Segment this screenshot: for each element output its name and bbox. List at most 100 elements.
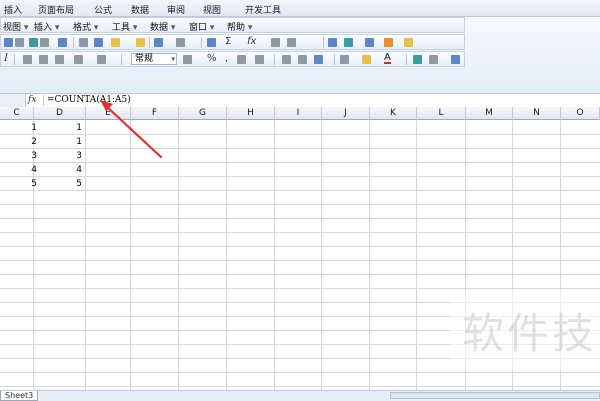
chart-wizard-icon[interactable] bbox=[328, 38, 337, 47]
tab-developer[interactable]: 开发工具 bbox=[245, 3, 281, 16]
column-header-d[interactable]: D bbox=[34, 107, 86, 120]
column-header-g[interactable]: G bbox=[179, 107, 227, 120]
column-header-f[interactable]: F bbox=[131, 107, 179, 120]
copy-icon[interactable] bbox=[58, 38, 67, 47]
borders-icon[interactable] bbox=[340, 55, 349, 64]
menu-insert[interactable]: 插入 ▾ bbox=[34, 20, 59, 33]
cell-c4[interactable]: 4 bbox=[0, 164, 37, 176]
grid-line bbox=[321, 120, 322, 390]
menu-window[interactable]: 窗口 ▾ bbox=[189, 20, 214, 33]
separator bbox=[14, 54, 15, 65]
hyperlink-icon[interactable] bbox=[207, 38, 216, 47]
grid-line bbox=[0, 134, 600, 135]
column-header-o[interactable]: O bbox=[561, 107, 600, 120]
wrap-text-icon[interactable] bbox=[97, 55, 106, 64]
insert-function-icon[interactable]: fx bbox=[247, 36, 256, 48]
cell-d2[interactable]: 1 bbox=[34, 136, 82, 148]
increase-decimal-icon[interactable] bbox=[237, 55, 246, 64]
autosum-icon[interactable]: Σ bbox=[225, 36, 231, 48]
column-header-i[interactable]: I bbox=[275, 107, 322, 120]
undo-icon[interactable] bbox=[154, 38, 163, 47]
tab-view[interactable]: 视图 bbox=[203, 3, 221, 16]
column-header-c[interactable]: C bbox=[0, 107, 34, 120]
separator bbox=[73, 37, 74, 48]
cell-d4[interactable]: 4 bbox=[34, 164, 82, 176]
sort-ascending-icon[interactable] bbox=[271, 38, 280, 47]
comma-style-icon[interactable]: , bbox=[225, 53, 228, 65]
tab-insert[interactable]: 插入 bbox=[4, 3, 22, 16]
grid-line bbox=[0, 190, 600, 191]
cell-c1[interactable]: 1 bbox=[0, 122, 37, 134]
redo-icon[interactable] bbox=[176, 38, 185, 47]
formula-input[interactable]: =COUNTA(A1:A5) bbox=[47, 95, 131, 105]
cell-c3[interactable]: 3 bbox=[0, 150, 37, 162]
column-header-j[interactable]: J bbox=[322, 107, 370, 120]
cell-d1[interactable]: 1 bbox=[34, 122, 82, 134]
grid-line bbox=[0, 204, 600, 205]
dropdown-icon[interactable] bbox=[40, 38, 49, 47]
column-header-n[interactable]: N bbox=[513, 107, 561, 120]
grid-line bbox=[0, 162, 600, 163]
align-left-icon[interactable] bbox=[23, 55, 32, 64]
cut-icon[interactable] bbox=[79, 38, 88, 47]
cell-d3[interactable]: 3 bbox=[34, 150, 82, 162]
copy-icon[interactable] bbox=[94, 38, 103, 47]
drawing-icon[interactable] bbox=[344, 38, 353, 47]
tab-data[interactable]: 数据 bbox=[131, 3, 149, 16]
cell-c2[interactable]: 2 bbox=[0, 136, 37, 148]
grid-line bbox=[0, 176, 600, 177]
paste-icon[interactable] bbox=[111, 38, 120, 47]
picture-icon[interactable] bbox=[413, 55, 422, 64]
italic-icon[interactable]: I bbox=[4, 53, 8, 65]
number-format-select[interactable]: 常规 ▾ bbox=[131, 53, 177, 65]
tab-review[interactable]: 审阅 bbox=[167, 3, 185, 16]
tab-page-layout[interactable]: 页面布局 bbox=[38, 3, 74, 16]
increase-indent-icon[interactable] bbox=[298, 55, 307, 64]
menu-data[interactable]: 数据 ▾ bbox=[150, 20, 175, 33]
merge-center-icon[interactable] bbox=[74, 55, 83, 64]
grid-line bbox=[0, 274, 600, 275]
folder-icon[interactable] bbox=[404, 38, 413, 47]
help-icon[interactable] bbox=[451, 55, 460, 64]
grid-line bbox=[0, 260, 600, 261]
fill-color-icon[interactable] bbox=[362, 55, 371, 64]
cell-d5[interactable]: 5 bbox=[34, 178, 82, 190]
currency-icon[interactable] bbox=[183, 55, 192, 64]
highlight-icon[interactable] bbox=[384, 38, 393, 47]
cell-c5[interactable]: 5 bbox=[0, 178, 37, 190]
decrease-decimal-icon[interactable] bbox=[255, 55, 264, 64]
ribbon-tab-bar: 插入 页面布局 公式 数据 审阅 视图 开发工具 bbox=[0, 0, 600, 17]
column-header-m[interactable]: M bbox=[466, 107, 513, 120]
font-color-icon[interactable]: A bbox=[384, 53, 391, 64]
grid-line bbox=[0, 386, 600, 387]
menu-help[interactable]: 帮助 ▾ bbox=[227, 20, 252, 33]
menu-view[interactable]: 视图 ▾ bbox=[3, 20, 28, 33]
column-header-k[interactable]: K bbox=[370, 107, 417, 120]
standard-toolbar: Σ fx bbox=[0, 34, 465, 50]
grid-line bbox=[0, 218, 600, 219]
percent-style-icon[interactable]: % bbox=[207, 53, 217, 65]
spelling-icon[interactable] bbox=[15, 38, 24, 47]
menu-format[interactable]: 格式 ▾ bbox=[73, 20, 98, 33]
menu-tools[interactable]: 工具 ▾ bbox=[112, 20, 137, 33]
sheet-tab-bar: Sheet3 bbox=[0, 390, 600, 401]
fx-icon[interactable]: fx bbox=[28, 95, 36, 105]
align-right-icon[interactable] bbox=[55, 55, 64, 64]
sort-descending-icon[interactable] bbox=[287, 38, 296, 47]
grid-line bbox=[274, 120, 275, 390]
tab-formulas[interactable]: 公式 bbox=[94, 3, 112, 16]
zoom-icon[interactable] bbox=[365, 38, 374, 47]
align-center-icon[interactable] bbox=[39, 55, 48, 64]
column-header-l[interactable]: L bbox=[417, 107, 466, 120]
print-preview-icon[interactable] bbox=[4, 38, 13, 47]
column-header-e[interactable]: E bbox=[86, 107, 131, 120]
name-box[interactable] bbox=[0, 94, 26, 107]
decrease-indent-icon[interactable] bbox=[282, 55, 291, 64]
research-icon[interactable] bbox=[29, 38, 38, 47]
horizontal-scrollbar[interactable] bbox=[390, 392, 600, 399]
format-painter-icon[interactable] bbox=[136, 38, 145, 47]
find-icon[interactable] bbox=[429, 55, 438, 64]
conditional-format-icon[interactable] bbox=[314, 55, 323, 64]
column-header-h[interactable]: H bbox=[227, 107, 275, 120]
grid-line bbox=[85, 120, 86, 390]
